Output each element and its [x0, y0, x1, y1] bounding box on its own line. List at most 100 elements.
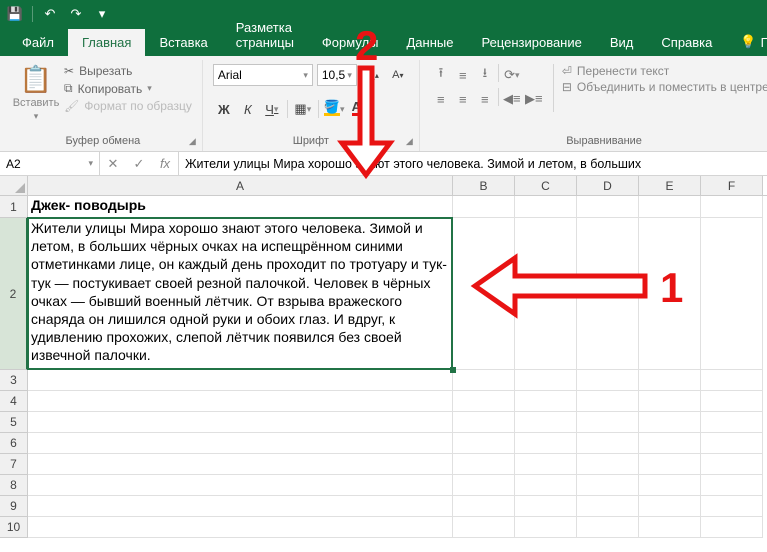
cell[interactable]	[453, 454, 515, 475]
cell[interactable]	[453, 475, 515, 496]
tab-page-layout[interactable]: Разметка страницы	[222, 14, 308, 56]
cell[interactable]	[577, 454, 639, 475]
orientation-button[interactable]: ⟳▾	[501, 64, 523, 86]
cell[interactable]	[639, 475, 701, 496]
cell[interactable]	[577, 496, 639, 517]
cell[interactable]	[701, 218, 763, 370]
row-header-5[interactable]: 5	[0, 412, 28, 433]
increase-indent-button[interactable]: ▶≡	[523, 88, 545, 110]
italic-button[interactable]: К	[237, 98, 259, 120]
paste-button[interactable]: 📋 Вставить▾	[14, 64, 58, 122]
decrease-indent-button[interactable]: ◀≡	[501, 88, 523, 110]
cell[interactable]	[701, 517, 763, 538]
cell[interactable]	[28, 433, 453, 454]
cell[interactable]	[639, 196, 701, 218]
cell[interactable]	[577, 218, 639, 370]
cell[interactable]	[453, 218, 515, 370]
bold-button[interactable]: Ж	[213, 98, 235, 120]
tab-home[interactable]: Главная	[68, 29, 145, 56]
col-header-E[interactable]: E	[639, 176, 701, 195]
cell-A2[interactable]: Жители улицы Мира хорошо знают этого чел…	[28, 218, 453, 370]
cell[interactable]	[639, 391, 701, 412]
copy-button[interactable]: ⧉Копировать▾	[64, 81, 192, 96]
cell[interactable]	[639, 412, 701, 433]
tab-insert[interactable]: Вставка	[145, 29, 221, 56]
cell[interactable]	[639, 218, 701, 370]
cell[interactable]	[701, 496, 763, 517]
col-header-B[interactable]: B	[453, 176, 515, 195]
cancel-button[interactable]: ✕	[100, 153, 126, 175]
align-middle-button[interactable]: ≡	[452, 64, 474, 86]
cell[interactable]	[639, 433, 701, 454]
align-bottom-button[interactable]: ⭳	[474, 64, 496, 86]
col-header-C[interactable]: C	[515, 176, 577, 195]
formula-input[interactable]: Жители улицы Мира хорошо знают этого чел…	[179, 152, 767, 175]
cell[interactable]	[701, 475, 763, 496]
col-header-D[interactable]: D	[577, 176, 639, 195]
shrink-font-button[interactable]: A▾	[387, 64, 409, 86]
underline-button[interactable]: Ч▾	[261, 98, 283, 120]
name-box[interactable]: A2▾	[0, 152, 100, 175]
cell[interactable]	[515, 496, 577, 517]
align-right-button[interactable]: ≡	[474, 88, 496, 110]
cell[interactable]	[577, 433, 639, 454]
cell[interactable]	[28, 454, 453, 475]
grow-font-button[interactable]: A▴	[361, 64, 383, 86]
font-name-select[interactable]: Arial▾	[213, 64, 313, 86]
cell[interactable]	[515, 196, 577, 218]
cell[interactable]	[701, 412, 763, 433]
cell[interactable]	[577, 475, 639, 496]
cell[interactable]	[639, 517, 701, 538]
cell[interactable]	[453, 391, 515, 412]
select-all-corner[interactable]	[0, 176, 28, 195]
cell[interactable]	[453, 412, 515, 433]
fx-button[interactable]: fx	[152, 153, 178, 175]
fill-color-button[interactable]: 🪣▾	[323, 98, 346, 120]
cell[interactable]	[28, 412, 453, 433]
launcher-icon[interactable]: ◢	[406, 136, 413, 147]
cell[interactable]	[28, 517, 453, 538]
align-left-button[interactable]: ≡	[430, 88, 452, 110]
row-header-7[interactable]: 7	[0, 454, 28, 475]
cell[interactable]	[28, 496, 453, 517]
cell[interactable]	[515, 454, 577, 475]
cell[interactable]	[639, 496, 701, 517]
cell[interactable]	[577, 370, 639, 391]
tab-tellme[interactable]: 💡По	[726, 28, 767, 56]
row-header-9[interactable]: 9	[0, 496, 28, 517]
launcher-icon[interactable]: ◢	[189, 136, 196, 147]
cell[interactable]	[453, 196, 515, 218]
row-header-1[interactable]: 1	[0, 196, 28, 218]
enter-button[interactable]: ✓	[126, 153, 152, 175]
cell[interactable]	[28, 391, 453, 412]
cell[interactable]	[701, 370, 763, 391]
cell[interactable]	[453, 517, 515, 538]
cell[interactable]	[701, 433, 763, 454]
cell[interactable]	[577, 196, 639, 218]
tab-review[interactable]: Рецензирование	[467, 29, 595, 56]
border-button[interactable]: ▦▾	[292, 98, 314, 120]
tab-data[interactable]: Данные	[393, 29, 468, 56]
cell[interactable]	[515, 391, 577, 412]
cell[interactable]	[701, 391, 763, 412]
row-header-10[interactable]: 10	[0, 517, 28, 538]
align-center-button[interactable]: ≡	[452, 88, 474, 110]
cell[interactable]	[639, 370, 701, 391]
cell[interactable]	[453, 496, 515, 517]
cell[interactable]	[515, 218, 577, 370]
format-painter-button[interactable]: 🖌Формат по образцу	[64, 99, 192, 113]
tab-formulas[interactable]: Формулы	[308, 29, 393, 56]
cell[interactable]	[577, 391, 639, 412]
redo-icon[interactable]: ↷	[65, 3, 87, 25]
fill-handle[interactable]	[450, 367, 456, 373]
font-color-button[interactable]: A▾	[348, 98, 370, 120]
row-header-3[interactable]: 3	[0, 370, 28, 391]
row-header-8[interactable]: 8	[0, 475, 28, 496]
row-header-4[interactable]: 4	[0, 391, 28, 412]
row-header-6[interactable]: 6	[0, 433, 28, 454]
save-icon[interactable]: 💾	[4, 3, 26, 25]
cell[interactable]	[515, 475, 577, 496]
merge-center-button[interactable]: ⊟Объединить и поместить в центре▾	[562, 80, 767, 94]
align-top-button[interactable]: ⭱	[430, 64, 452, 86]
cell[interactable]	[577, 412, 639, 433]
